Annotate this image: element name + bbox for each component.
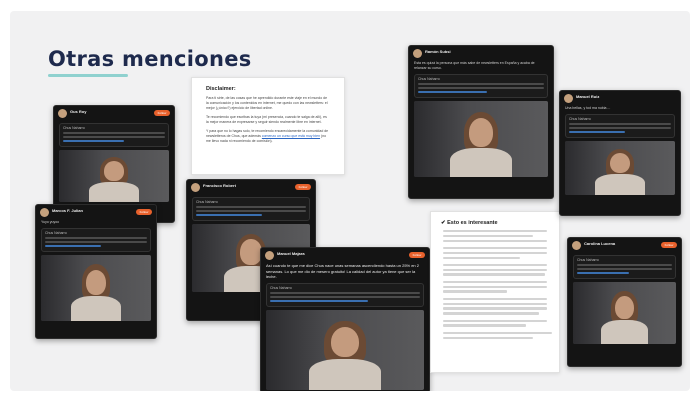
follow-button[interactable]: Follow xyxy=(661,242,677,248)
quote-author: Chus Naharro xyxy=(270,285,292,290)
quote-author: Chus Naharro xyxy=(196,200,218,204)
post-actions[interactable] xyxy=(573,358,613,363)
video-thumbnail[interactable] xyxy=(573,282,676,344)
author-name[interactable]: Manuel Ruiz xyxy=(576,94,599,99)
article-heading: ✔ Esto es interesante xyxy=(441,220,498,226)
author-name[interactable]: Marcos F. Julian xyxy=(52,208,83,213)
quote-author: Chus Naharro xyxy=(418,77,440,81)
post-text: Así cuando te que me dice Chus nace unas… xyxy=(266,263,419,279)
avatar[interactable] xyxy=(58,109,67,118)
video-thumbnail[interactable] xyxy=(266,309,424,390)
author-name[interactable]: Manuel Majara xyxy=(277,251,305,256)
follow-button[interactable]: Follow xyxy=(295,184,311,190)
mention-card-7[interactable]: Carolina Lucena Follow Chus Naharro xyxy=(567,237,682,367)
avatar[interactable] xyxy=(413,49,422,58)
post-actions[interactable] xyxy=(41,330,81,335)
disclaimer-paragraph-1: Para ti sirte, de las cosas que he apren… xyxy=(206,96,328,110)
quoted-post[interactable]: Chus Naharro xyxy=(41,228,151,252)
follow-button[interactable]: Follow xyxy=(409,252,425,258)
avatar[interactable] xyxy=(191,183,200,192)
quote-author: Chus Naharro xyxy=(63,126,85,130)
disclaimer-heading: Disclaimer: xyxy=(206,86,236,92)
mentions-slide: Otras menciones Gus Roy Follow Chus Naha… xyxy=(10,11,690,391)
quoted-post[interactable]: Chus Naharro xyxy=(266,282,424,307)
disclaimer-paragraph-2: Te recomiendo que escribas la tuya (mi p… xyxy=(206,115,327,124)
mention-card-4[interactable]: Manuel Majara Follow Así cuando te que m… xyxy=(260,247,430,391)
author-name[interactable]: Francisco Robert xyxy=(203,183,236,188)
quoted-post[interactable]: Chus Naharro xyxy=(565,114,675,138)
author-name[interactable]: Ramón Subsi xyxy=(425,49,451,54)
quoted-post[interactable]: Chus Naharro xyxy=(573,255,676,279)
quote-author: Chus Naharro xyxy=(45,231,67,235)
post-text: Una bellas, y tod ma nubia ... xyxy=(565,106,611,110)
post-text: Esta es quizá la persona que más sabe de… xyxy=(414,61,535,70)
quoted-post[interactable]: Chus Naharro xyxy=(192,197,310,221)
disclaimer-paragraph-3: Y para que no lo hagas solo, te recomien… xyxy=(206,129,330,144)
video-thumbnail[interactable] xyxy=(59,150,169,202)
video-thumbnail[interactable] xyxy=(414,101,548,177)
author-name[interactable]: Carolina Lucena xyxy=(584,241,615,246)
avatar[interactable] xyxy=(265,251,274,260)
avatar[interactable] xyxy=(564,94,573,103)
quote-author: Chus Naharro xyxy=(569,117,591,121)
mention-card-6[interactable]: Manuel Ruiz Una bellas, y tod ma nubia .… xyxy=(559,90,681,216)
disclaimer-document: Disclaimer: Para ti sirte, de las cosas … xyxy=(191,77,345,175)
page-title: Otras menciones xyxy=(48,47,252,71)
video-thumbnail[interactable] xyxy=(41,255,151,321)
article-document: ✔ Esto es interesante xyxy=(430,211,560,373)
mention-card-5[interactable]: Ramón Subsi Esta es quizá la persona que… xyxy=(408,45,554,199)
author-name[interactable]: Gus Roy xyxy=(70,109,86,114)
avatar[interactable] xyxy=(572,241,581,250)
title-underline xyxy=(48,74,128,77)
course-link[interactable]: comenzo un curso que está muy bien xyxy=(262,134,320,138)
quoted-post[interactable]: Chus Naharro xyxy=(59,123,169,147)
follow-button[interactable]: Follow xyxy=(154,110,170,116)
video-thumbnail[interactable] xyxy=(565,141,675,195)
quote-author: Chus Naharro xyxy=(577,258,599,262)
quoted-post[interactable]: Chus Naharro xyxy=(414,74,548,98)
avatar[interactable] xyxy=(40,208,49,217)
mention-card-2[interactable]: Marcos F. Julian Follow Yuyo yuyoo Chus … xyxy=(35,204,157,339)
post-text: Yuyo yuyoo xyxy=(41,220,60,224)
post-actions[interactable] xyxy=(192,312,232,317)
follow-button[interactable]: Follow xyxy=(136,209,152,215)
